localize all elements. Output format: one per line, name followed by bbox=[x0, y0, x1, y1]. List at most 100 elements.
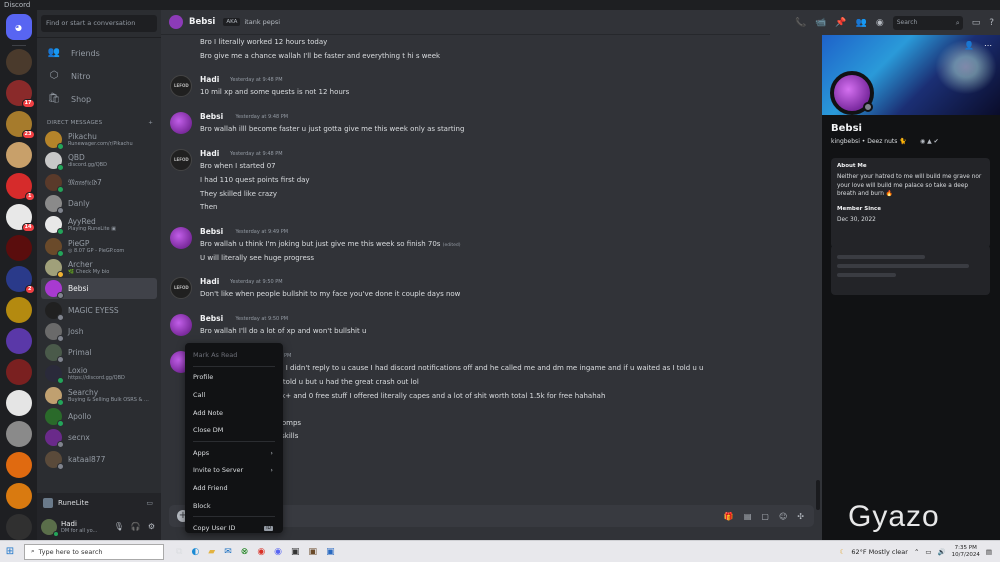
message-avatar[interactable] bbox=[170, 112, 192, 134]
message-avatar[interactable] bbox=[170, 314, 192, 336]
dm-item[interactable]: Pikachu Runewager.com/r/Pikachu bbox=[41, 129, 157, 151]
tray-chevron-icon[interactable]: ⌃ bbox=[914, 548, 919, 556]
dm-item[interactable]: Bebsi bbox=[41, 278, 157, 300]
clock[interactable]: 7:35 PM 10/7/2024 bbox=[952, 545, 980, 559]
server-icon[interactable]: 23 bbox=[5, 111, 35, 139]
windows-start-icon[interactable]: ⊞ bbox=[0, 546, 20, 557]
home-discord-icon[interactable]: ◕ bbox=[5, 14, 32, 40]
mail-icon[interactable]: ✉ bbox=[224, 547, 232, 557]
server-icon[interactable] bbox=[5, 483, 32, 509]
header-avatar[interactable] bbox=[169, 15, 183, 29]
menu-item-close-dm[interactable]: Close DM bbox=[189, 421, 279, 439]
server-icon[interactable] bbox=[5, 514, 32, 540]
dm-search-input[interactable]: Find or start a conversation bbox=[41, 15, 157, 32]
app-icon[interactable]: ▣ bbox=[291, 547, 300, 557]
user-profile-icon[interactable]: ◉ bbox=[876, 18, 884, 28]
menu-item-add-note[interactable]: Add Note bbox=[189, 404, 279, 422]
dm-item[interactable]: QBD discord.gg/QBD bbox=[41, 150, 157, 172]
server-icon[interactable]: 17 bbox=[5, 80, 35, 108]
message-author[interactable]: Bebsi bbox=[200, 112, 223, 121]
dm-item[interactable]: Josh bbox=[41, 321, 157, 342]
chrome-icon[interactable]: ◉ bbox=[257, 547, 265, 557]
profile-avatar[interactable] bbox=[830, 71, 874, 115]
sticker-icon[interactable]: ▢ bbox=[761, 512, 769, 521]
nav-shop[interactable]: 🛍 Shop bbox=[41, 88, 157, 110]
dm-item[interactable]: Primal bbox=[41, 342, 157, 364]
taskbar-search-input[interactable]: ⌕ Type here to search bbox=[24, 543, 164, 560]
message-avatar[interactable] bbox=[170, 75, 192, 97]
server-icon[interactable] bbox=[5, 421, 32, 447]
menu-item-block[interactable]: Block bbox=[189, 497, 279, 515]
dm-item[interactable]: Danly bbox=[41, 193, 157, 215]
message-author[interactable]: Hadi bbox=[200, 277, 219, 286]
edge-icon[interactable]: ◐ bbox=[191, 547, 199, 557]
dm-item[interactable]: Searchy Buying & Selling Bulk OSRS & ... bbox=[41, 385, 157, 406]
message-author[interactable]: Bebsi bbox=[200, 227, 223, 236]
gif-icon[interactable]: ▤ bbox=[744, 512, 752, 521]
nav-nitro[interactable]: ⬡ Nitro bbox=[41, 65, 157, 87]
dm-item[interactable]: PieGP ◎ 8.07 GP - PieGP.com bbox=[41, 235, 157, 257]
xbox-icon[interactable]: ⊗ bbox=[241, 547, 249, 557]
dm-item[interactable]: secnx bbox=[41, 427, 157, 449]
emoji-icon[interactable]: ☺ bbox=[779, 512, 787, 521]
inbox-icon[interactable]: ▭ bbox=[972, 18, 981, 28]
server-icon[interactable] bbox=[5, 452, 32, 478]
dm-item[interactable]: Apollo bbox=[41, 406, 157, 427]
runelite-taskbar-icon[interactable]: ▣ bbox=[309, 547, 318, 557]
voice-call-icon[interactable]: 📞 bbox=[795, 18, 806, 28]
message-avatar[interactable] bbox=[170, 277, 192, 299]
header-username[interactable]: Bebsi bbox=[189, 17, 215, 27]
message-avatar[interactable] bbox=[170, 226, 192, 249]
weather-text[interactable]: 62°F Mostly clear bbox=[851, 548, 908, 556]
app2-icon[interactable]: ▣ bbox=[326, 547, 335, 557]
server-icon[interactable] bbox=[5, 390, 32, 416]
dm-item[interactable]: MAGIC EYESS bbox=[41, 299, 157, 321]
activity-settings-icon[interactable]: ▭ bbox=[146, 499, 153, 507]
menu-item-apps[interactable]: Apps › bbox=[189, 444, 279, 462]
headphones-icon[interactable]: 🎧 bbox=[131, 522, 141, 531]
message-author[interactable]: Hadi bbox=[200, 75, 219, 84]
message-scrollbar[interactable] bbox=[816, 480, 820, 510]
server-icon[interactable] bbox=[5, 297, 32, 323]
dm-item[interactable]: Loxio https://discord.gg/QBD bbox=[41, 363, 157, 385]
discord-taskbar-icon[interactable]: ◉ bbox=[274, 547, 282, 557]
add-dm-icon[interactable]: + bbox=[148, 120, 153, 126]
notifications-icon[interactable]: ▤ bbox=[986, 548, 992, 556]
message-author[interactable]: Bebsi bbox=[200, 314, 223, 323]
server-icon[interactable]: 1 bbox=[5, 173, 35, 201]
server-icon[interactable]: 2 bbox=[5, 266, 35, 294]
profile-more-icon[interactable]: ⋯ bbox=[984, 41, 992, 50]
gift-icon[interactable]: 🎁 bbox=[724, 512, 734, 521]
help-icon[interactable]: ? bbox=[989, 18, 994, 28]
video-call-icon[interactable]: 📹 bbox=[815, 18, 826, 28]
user-avatar[interactable] bbox=[41, 518, 59, 537]
menu-item-copy-user-id[interactable]: Copy User ID ID bbox=[189, 519, 279, 537]
header-search-input[interactable]: Search ⌕ bbox=[892, 15, 963, 30]
microphone-icon[interactable]: 🎙 bbox=[114, 522, 124, 531]
message-author[interactable]: Hadi bbox=[200, 149, 219, 158]
server-icon[interactable] bbox=[5, 328, 32, 354]
file-explorer-icon[interactable]: ▰ bbox=[208, 547, 215, 557]
add-friends-icon[interactable]: 👥 bbox=[856, 18, 867, 28]
network-icon[interactable]: ▭ bbox=[925, 548, 931, 556]
apps-icon[interactable]: ✣ bbox=[797, 512, 804, 521]
message-avatar[interactable] bbox=[170, 149, 192, 171]
menu-item-add-friend[interactable]: Add Friend bbox=[189, 479, 279, 497]
menu-item-profile[interactable]: Profile bbox=[189, 369, 279, 387]
pin-icon[interactable]: 📌 bbox=[835, 18, 846, 28]
dm-item[interactable]: 𝔐𝔞𝔫𝔰𝔣𝔦𝔢𝔩𝔡7 bbox=[41, 172, 157, 193]
dm-item[interactable]: Archer 🌿 Check My bio bbox=[41, 257, 157, 278]
menu-item-invite-to-server[interactable]: Invite to Server › bbox=[189, 462, 279, 480]
volume-icon[interactable]: 🔊 bbox=[938, 548, 946, 556]
server-icon[interactable] bbox=[5, 49, 32, 75]
task-view-icon[interactable]: ⧉ bbox=[176, 547, 182, 557]
menu-item-call[interactable]: Call bbox=[189, 386, 279, 404]
profile-add-friend-icon[interactable]: 👤 bbox=[964, 41, 974, 50]
server-icon[interactable] bbox=[5, 359, 32, 385]
settings-gear-icon[interactable]: ⚙ bbox=[148, 522, 155, 531]
nav-friends[interactable]: 👥 Friends bbox=[41, 42, 157, 64]
activity-bar[interactable]: RuneLite ▭ bbox=[37, 493, 161, 513]
server-icon[interactable] bbox=[5, 235, 32, 261]
dm-item[interactable]: AyyRed Playing RuneLite ▣ bbox=[41, 214, 157, 236]
server-icon[interactable]: 14 bbox=[5, 204, 35, 232]
